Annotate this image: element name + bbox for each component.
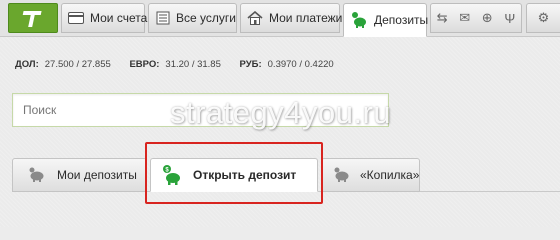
rate-value-rub: 0.3970 / 0.4220 [267,59,334,70]
tab-label: Мои платежи [269,11,343,25]
tab-deposits[interactable]: Депозиты [343,3,429,37]
logo-mark-icon [22,11,42,27]
subtab-open-deposit[interactable]: $ Открыть депозит [150,158,318,192]
rate-label-eur: ЕВРО: [129,59,160,70]
list-icon [155,9,170,27]
tab-all-services[interactable]: Все услуги [148,3,237,33]
rate-value-usd: 27.500 / 27.855 [44,59,111,70]
top-navigation: Мои счета Все услуги Мои платежи Депозит… [0,0,560,37]
globe-icon[interactable]: ⊕ [479,10,495,26]
subtab-label: «Копилка» [360,168,420,182]
cash-icon[interactable]: ✉ [457,10,473,26]
settings-tab[interactable]: ⚙ [526,3,560,33]
subtab-my-deposits[interactable]: Мои депозиты [12,158,147,192]
piggy-bank-icon [25,164,47,186]
rate-value-eur: 31.20 / 31.85 [165,59,221,70]
tab-label: Мои счета [90,11,148,25]
subtab-label: Открыть депозит [193,168,297,182]
tab-my-payments[interactable]: Мои платежи [240,3,343,33]
tab-label: Все услуги [176,11,236,25]
tab-extra-services: ⇆ ✉ ⊕ Ψ [430,3,522,33]
rate-label-usd: ДОЛ: [15,59,39,70]
rate-label-rub: РУБ: [239,59,262,70]
card-icon [68,9,84,27]
piggy-bank-icon [332,164,350,186]
exchange-rates: ДОЛ: 27.500 / 27.855 ЕВРО: 31.20 / 31.85 Р… [15,59,350,70]
subtab-piggy-bank[interactable]: «Копилка» [321,158,420,192]
tab-label: Депозиты [374,13,429,27]
subtab-label: Мои депозиты [57,168,137,182]
ukraine-emblem-icon[interactable]: Ψ [502,10,518,26]
bank-logo[interactable] [8,3,58,33]
transfer-icon[interactable]: ⇆ [434,10,450,26]
tab-my-accounts[interactable]: Мои счета [61,3,148,33]
settings-icon: ⚙ [537,10,550,25]
piggy-bank-plus-icon: $ [161,164,183,186]
piggy-bank-icon [350,11,368,29]
home-icon [247,9,263,27]
search-input[interactable] [12,93,389,127]
